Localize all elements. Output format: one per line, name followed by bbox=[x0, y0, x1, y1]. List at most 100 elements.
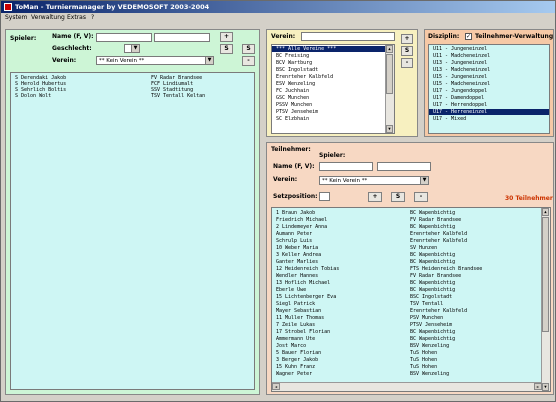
list-item[interactable]: U17 - Mixed bbox=[429, 116, 549, 122]
list-item[interactable]: U17 - Jungendoppel bbox=[429, 88, 549, 94]
list-item[interactable]: ESV Wenzeling bbox=[272, 81, 394, 87]
table-row[interactable]: Siegl Patrick TSV Tentall bbox=[272, 301, 550, 307]
table-row[interactable]: 1 Braun Jakob BC Wapenbichtig bbox=[272, 210, 550, 216]
setzposition-input[interactable] bbox=[319, 192, 330, 201]
list-item[interactable]: Erenrteher Kalbfeld bbox=[272, 74, 394, 80]
teilnehmer-name-cell: 7 Zeile Lukas bbox=[276, 322, 316, 328]
verein-scrollbar[interactable]: ▲ ▼ bbox=[385, 45, 394, 133]
table-row[interactable]: Friedrich Michael FV Radar Brandsee bbox=[272, 217, 550, 223]
list-item[interactable]: PSSV Munchen bbox=[272, 102, 394, 108]
table-row[interactable]: 3 Berger Jakob TuS Hohen bbox=[272, 357, 550, 363]
scroll-down-icon[interactable]: ▼ bbox=[542, 383, 549, 391]
spieler-edit-button-2[interactable]: S bbox=[242, 44, 255, 54]
spieler-remove-button[interactable]: - bbox=[242, 56, 255, 66]
teilnehmer-name-cell: 17 Strobel Florian bbox=[276, 329, 331, 335]
table-row[interactable]: 3 Keller Andrea BC Wapenbichtig bbox=[272, 252, 550, 258]
disziplin-panel: Disziplin: ✓ Teilnehmer-Verwaltung U11 -… bbox=[424, 29, 554, 137]
table-row[interactable]: Jost Marco BSV Wenzeling bbox=[272, 343, 550, 349]
scroll-down-icon[interactable]: ▼ bbox=[386, 125, 393, 133]
teilnehmer-verein-cell: PTSV Jenseheim bbox=[410, 322, 453, 328]
table-row[interactable]: 7 Zeile Lukas PTSV Jenseheim bbox=[272, 322, 550, 328]
menu-help[interactable]: ? bbox=[91, 14, 94, 21]
teilnehmer-scrollbar[interactable]: ▲ ▼ bbox=[541, 208, 550, 391]
list-item[interactable]: SC Elzbhain bbox=[272, 116, 394, 122]
list-item[interactable]: BC Freising bbox=[272, 53, 394, 59]
teilnehmer-edit-button[interactable]: S bbox=[391, 192, 405, 202]
list-item[interactable]: *** Alle Vereine *** bbox=[272, 46, 394, 52]
table-row[interactable]: 17 Strobel Florian BC Wapenbichtig bbox=[272, 329, 550, 335]
table-row[interactable]: Schrulp Luis Erenrteher Kalbfeld bbox=[272, 238, 550, 244]
table-row[interactable]: 12 Heidenreich Tobias FTS Heidenreich Bra… bbox=[272, 266, 550, 272]
list-item-selected[interactable]: U17 - Herreneinzel bbox=[429, 109, 549, 115]
verein-add-button[interactable]: + bbox=[401, 34, 413, 44]
window-title: ToMan - Turniermanager by VEDEMOSOFT 200… bbox=[15, 3, 210, 11]
table-row[interactable]: Wendler Hannes FV Radar Brandsee bbox=[272, 273, 550, 279]
verein-edit-button[interactable]: S bbox=[401, 46, 413, 56]
table-row[interactable]: Mayer Sebastian Erenrteher Kalbfeld bbox=[272, 308, 550, 314]
menu-extras[interactable]: Extras bbox=[67, 14, 86, 21]
list-item[interactable]: U15 - Madcheneinzel bbox=[429, 81, 549, 87]
list-item[interactable]: U11 - Madcheneinzel bbox=[429, 53, 549, 59]
table-row[interactable]: Aumann Peter Erenrteher Kalbfeld bbox=[272, 231, 550, 237]
teilnehmer-verein-select[interactable]: ** Kein Verein ** ▼ bbox=[319, 176, 429, 185]
teilnehmer-name-cell: 11 Muller Thomas bbox=[276, 315, 325, 321]
list-item[interactable]: U15 - Jungeneinzel bbox=[429, 74, 549, 80]
teilnehmer-firstname-input[interactable] bbox=[377, 162, 431, 171]
chevron-down-icon: ▼ bbox=[420, 177, 428, 184]
list-item[interactable]: BCV Wartburg bbox=[272, 60, 394, 66]
scroll-up-icon[interactable]: ▲ bbox=[542, 208, 549, 216]
spieler-edit-button[interactable]: S bbox=[220, 44, 233, 54]
scroll-left-icon[interactable]: ◄ bbox=[272, 383, 280, 390]
table-row[interactable]: 11 Muller Thomas PSV Munchen bbox=[272, 315, 550, 321]
teilnehmer-verein-cell: BC Wapenbichtig bbox=[410, 252, 456, 258]
scroll-thumb[interactable] bbox=[542, 217, 549, 332]
table-row[interactable]: Ammermann Ute BC Wapenbichtig bbox=[272, 336, 550, 342]
verein-list[interactable]: *** Alle Vereine *** BC Freising BCV War… bbox=[271, 44, 395, 134]
table-row[interactable]: 2 Lindemeyer Anna BC Wapenbichtig bbox=[272, 224, 550, 230]
table-row[interactable]: Wagner Peter BSV Wenzeling bbox=[272, 371, 550, 377]
spieler-firstname-input[interactable] bbox=[154, 33, 210, 42]
list-item[interactable]: U13 - Madcheneinzel bbox=[429, 67, 549, 73]
list-item[interactable]: GSC Munchen bbox=[272, 95, 394, 101]
table-row[interactable]: 13 Hoflich Michael BC Wapenbichtig bbox=[272, 280, 550, 286]
list-item[interactable]: U17 - Damendoppel bbox=[429, 95, 549, 101]
spieler-lastname-input[interactable] bbox=[96, 33, 152, 42]
verein-search-input[interactable] bbox=[301, 32, 395, 41]
spieler-verein-select[interactable]: ** Kein Verein ** ▼ bbox=[96, 56, 214, 65]
teilnehmer-verein-cell: BC Wapenbichtig bbox=[410, 280, 456, 286]
title-bar[interactable]: ToMan - Turniermanager by VEDEMOSOFT 200… bbox=[1, 1, 555, 13]
spieler-list[interactable]: S Derendaki Jakob FV Radar Brandsee S He… bbox=[10, 72, 255, 390]
list-item[interactable]: U13 - Jungeneinzel bbox=[429, 60, 549, 66]
list-item[interactable]: S Dolon Wolt TSV Tentall Keltan bbox=[11, 93, 254, 99]
list-item[interactable]: U17 - Herrendoppel bbox=[429, 102, 549, 108]
teilnehmer-list[interactable]: Wagner Peter BSV Wenzeling 15 Kuhn Franz Tu… bbox=[271, 207, 551, 392]
spieler-add-button[interactable]: + bbox=[220, 32, 233, 42]
list-item[interactable]: FC Juchhain bbox=[272, 88, 394, 94]
list-item[interactable]: PTSV Jenseheim bbox=[272, 109, 394, 115]
menu-verwaltung[interactable]: Verwaltung bbox=[31, 14, 65, 21]
teilnehmer-verein-cell: SV Hunzen bbox=[410, 245, 438, 251]
table-row[interactable]: Ganter Marlies BC Wapenbichtig bbox=[272, 259, 550, 265]
table-row[interactable]: 10 Weber Maria SV Hunzen bbox=[272, 245, 550, 251]
teilnehmer-name-cell: Ammermann Ute bbox=[276, 336, 316, 342]
teilnehmer-verein-cell: BC Wapenbichtig bbox=[410, 224, 456, 230]
teilnehmer-lastname-input[interactable] bbox=[319, 162, 373, 171]
teilnehmer-verwaltung-checkbox[interactable]: ✓ bbox=[465, 33, 472, 40]
scroll-right-icon[interactable]: ► bbox=[534, 383, 542, 390]
teilnehmer-remove-button[interactable]: - bbox=[414, 192, 428, 202]
teilnehmer-hscrollbar[interactable]: ◄ ► bbox=[272, 382, 542, 391]
table-row[interactable]: Eberle Uwe BC Wapenbichtig bbox=[272, 287, 550, 293]
setzposition-label: Setzposition: bbox=[273, 193, 318, 200]
scroll-up-icon[interactable]: ▲ bbox=[386, 45, 393, 53]
scroll-thumb[interactable] bbox=[386, 54, 393, 94]
list-item[interactable]: BSC Ingolstadt bbox=[272, 67, 394, 73]
verein-remove-button[interactable]: - bbox=[401, 58, 413, 68]
table-row[interactable]: 15 Kuhn Franz TuS Hohen bbox=[272, 364, 550, 370]
menu-system[interactable]: System bbox=[5, 14, 27, 21]
list-item[interactable]: U11 - Jungeneinzel bbox=[429, 46, 549, 52]
teilnehmer-add-button[interactable]: + bbox=[368, 192, 382, 202]
spieler-geschlecht-select[interactable]: ▼ bbox=[124, 44, 140, 53]
disziplin-list[interactable]: U11 - Jungeneinzel U11 - Madcheneinzel U… bbox=[428, 44, 550, 134]
table-row[interactable]: 15 Lichtenberger Eva BSC Ingolstadt bbox=[272, 294, 550, 300]
table-row[interactable]: 5 Bauer Florian TuS Hohen bbox=[272, 350, 550, 356]
